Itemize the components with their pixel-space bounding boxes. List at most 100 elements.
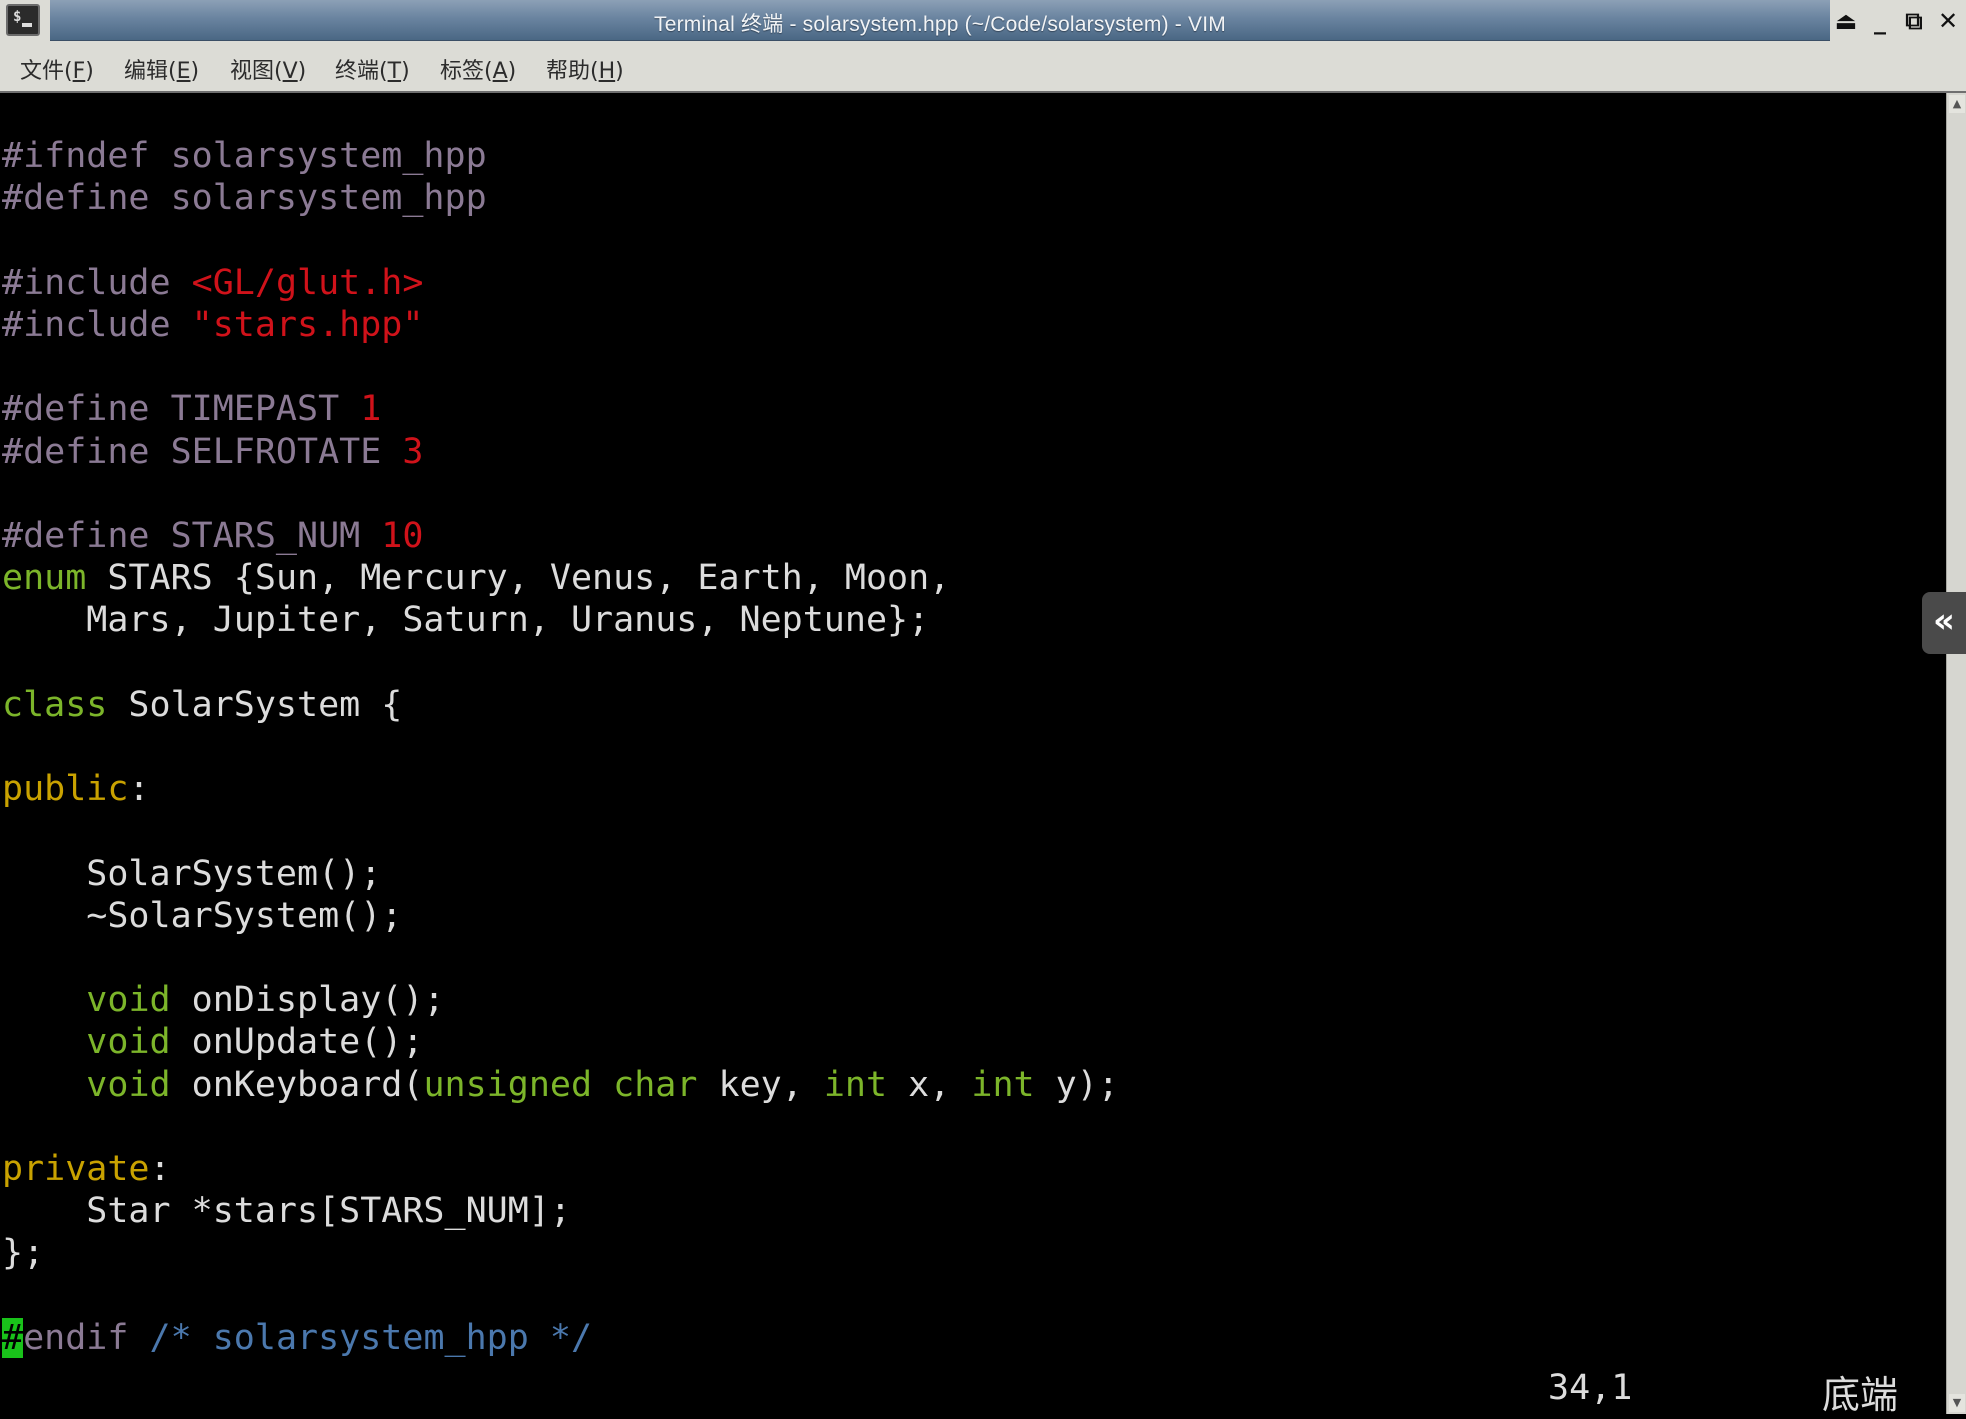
code-token: y); — [1034, 1064, 1119, 1105]
menu-edit-label: 编辑 — [124, 59, 169, 84]
code-token: endif — [23, 1317, 150, 1358]
cursor-glyph — [22, 23, 32, 27]
maximize-button[interactable]: ⧉ — [1902, 7, 1926, 35]
shade-button[interactable]: ⏏ — [1834, 7, 1858, 35]
code-line: #include "stars.hpp" — [2, 304, 423, 346]
code-token: Star *stars[STARS_NUM]; — [2, 1191, 571, 1232]
code-token: onKeyboard( — [170, 1064, 424, 1105]
code-line: }; — [2, 1232, 44, 1274]
menu-terminal-label: 终端 — [335, 59, 380, 84]
code-token: enum — [2, 558, 87, 599]
code-token: /* solarsystem_hpp */ — [149, 1317, 593, 1358]
title-bar-background: Terminal 终端 - solarsystem.hpp (~/Code/so… — [50, 0, 1830, 41]
code-token: onDisplay(); — [170, 980, 445, 1021]
code-token: void — [86, 1064, 171, 1105]
code-token: x, — [887, 1064, 972, 1105]
code-token: SolarSystem { — [107, 684, 403, 725]
code-token: private — [2, 1149, 150, 1189]
menu-edit-mnemonic: E — [176, 59, 191, 84]
code-token: : — [128, 769, 150, 810]
menu-tabs-mnemonic: A — [492, 59, 508, 84]
menu-terminal[interactable]: 终端(T) — [335, 53, 410, 85]
menu-bar: 文件(F) 编辑(E) 视图(V) 终端(T) 标签(A) 帮助(H) — [0, 42, 1966, 93]
menu-file[interactable]: 文件(F) — [20, 53, 94, 85]
code-token: class — [2, 684, 108, 725]
code-token: unsigned — [423, 1064, 593, 1105]
text-cursor: # — [2, 1317, 24, 1358]
code-token: 10 — [381, 516, 424, 556]
menu-help[interactable]: 帮助(H) — [546, 53, 624, 85]
code-token: 3 — [402, 431, 424, 472]
code-line: Mars, Jupiter, Saturn, Uranus, Neptune}; — [2, 599, 929, 641]
menu-view-mnemonic: V — [282, 59, 298, 84]
code-token: onUpdate(); — [170, 1022, 424, 1063]
menu-file-label: 文件 — [20, 59, 65, 84]
terminal-editor[interactable]: #ifndef solarsystem_hpp #define solarsyst… — [0, 93, 1946, 1414]
prompt-glyph: $ — [13, 9, 22, 25]
code-line: public: — [2, 768, 150, 810]
code-token: char — [613, 1064, 698, 1105]
code-line: #endif /* solarsystem_hpp */ — [2, 1317, 592, 1359]
code-token: void — [86, 1022, 171, 1063]
close-button[interactable]: ✕ — [1936, 7, 1960, 35]
code-line: #define STARS_NUM 10 — [2, 515, 423, 557]
code-token: int — [971, 1064, 1035, 1105]
menu-file-mnemonic: F — [72, 59, 86, 84]
code-token: #include — [2, 262, 192, 303]
vertical-scrollbar[interactable]: ▲ ▼ — [1946, 93, 1966, 1414]
code-token: 1 — [360, 389, 382, 430]
code-token: "stars.hpp" — [191, 305, 424, 345]
code-line: ~SolarSystem(); — [2, 895, 402, 937]
code-token: SolarSystem(); — [2, 853, 382, 894]
code-token: <GL/glut.h> — [191, 262, 424, 303]
code-line: #include <GL/glut.h> — [2, 262, 423, 304]
double-chevron-left-icon: « — [1933, 601, 1955, 641]
code-token: public — [2, 769, 129, 810]
code-line: #define TIMEPAST 1 — [2, 388, 381, 430]
title-bar: $ Terminal 终端 - solarsystem.hpp (~/Code/… — [0, 0, 1966, 42]
scroll-up-icon[interactable]: ▲ — [1949, 95, 1965, 113]
code-token: #define STARS_NUM — [2, 516, 382, 556]
code-token: #ifndef solarsystem_hpp — [2, 136, 487, 177]
scroll-down-icon[interactable]: ▼ — [1949, 1394, 1965, 1412]
menu-tabs[interactable]: 标签(A) — [440, 53, 516, 85]
code-line: Star *stars[STARS_NUM]; — [2, 1190, 571, 1232]
code-token: STARS {Sun, Mercury, Venus, Earth, Moon, — [86, 558, 951, 599]
window-controls: ⏏ _ ⧉ ✕ — [1834, 6, 1960, 36]
code-line: class SolarSystem { — [2, 684, 402, 726]
cursor-position: 34,1 — [1548, 1368, 1633, 1408]
menu-help-mnemonic: H — [598, 59, 616, 84]
code-line: void onDisplay(); — [2, 979, 445, 1021]
code-token: int — [823, 1064, 888, 1105]
code-token: Mars, Jupiter, Saturn, Uranus, Neptune}; — [2, 600, 930, 641]
menu-view-label: 视图 — [230, 59, 275, 84]
minimize-button[interactable]: _ — [1868, 7, 1892, 35]
code-token: : — [149, 1149, 171, 1189]
menu-help-label: 帮助 — [546, 59, 591, 84]
code-line: private: — [2, 1148, 171, 1190]
code-token: void — [86, 980, 171, 1021]
menu-edit[interactable]: 编辑(E) — [124, 53, 199, 85]
code-line: void onUpdate(); — [2, 1021, 423, 1063]
terminal-icon[interactable]: $ — [6, 4, 40, 36]
code-line: SolarSystem(); — [2, 853, 381, 895]
code-token: #define solarsystem_hpp — [2, 178, 487, 219]
side-panel-toggle[interactable]: « — [1922, 592, 1966, 654]
scroll-position: 底端 — [1822, 1373, 1899, 1417]
code-line: #ifndef solarsystem_hpp — [2, 135, 487, 177]
menu-view[interactable]: 视图(V) — [230, 53, 306, 85]
menu-terminal-mnemonic: T — [387, 59, 402, 84]
code-token: }; — [2, 1233, 45, 1274]
code-token: ~SolarSystem(); — [2, 895, 403, 936]
code-token: #define SELFROTATE — [2, 431, 403, 472]
code-line: enum STARS {Sun, Mercury, Venus, Earth, … — [2, 557, 950, 599]
code-token: #define TIMEPAST — [2, 389, 361, 430]
window-title: Terminal 终端 - solarsystem.hpp (~/Code/so… — [654, 13, 1226, 36]
code-line: void onKeyboard(unsigned char key, int x… — [2, 1064, 1119, 1106]
code-line: #define solarsystem_hpp — [2, 177, 487, 219]
code-token: #include — [2, 305, 192, 345]
